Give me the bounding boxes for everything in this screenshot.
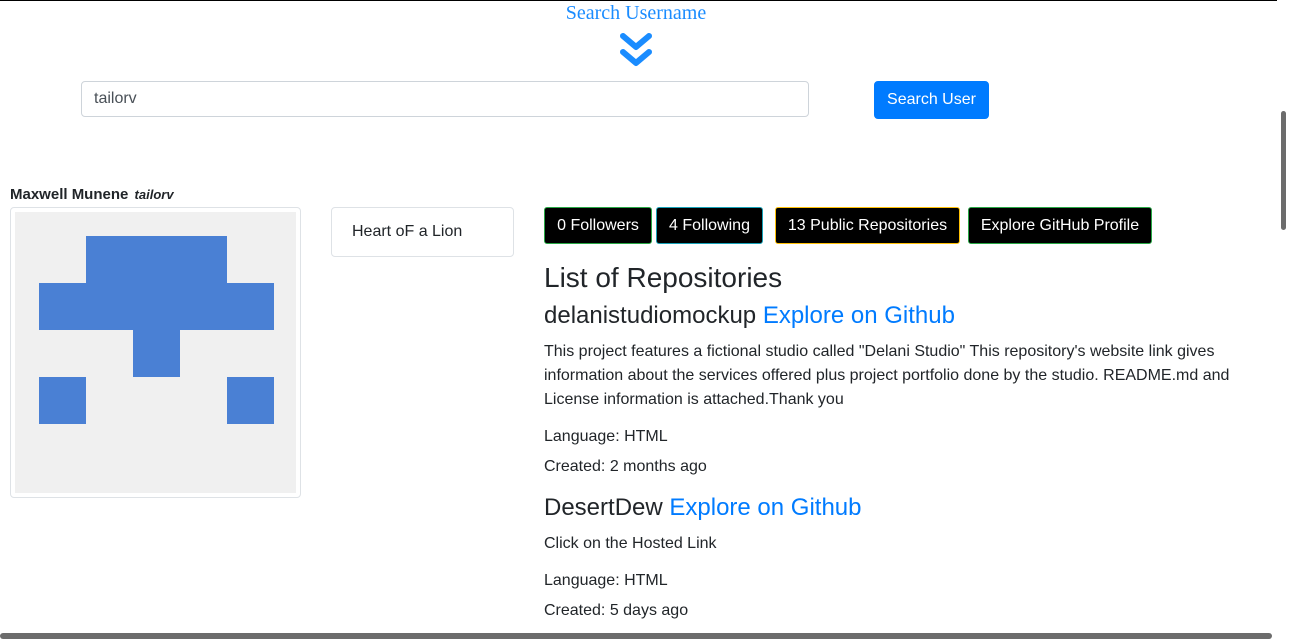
repositories-heading: List of Repositories — [544, 262, 783, 293]
profile-heading: Maxwell Munene tailorv — [10, 186, 174, 203]
top-divider — [0, 0, 1277, 1]
following-badge[interactable]: 4 Following — [656, 207, 763, 244]
explore-github-profile-button[interactable]: Explore GitHub Profile — [968, 207, 1152, 244]
public-repos-badge[interactable]: 13 Public Repositories — [775, 207, 960, 244]
bio-card: Heart oF a Lion — [331, 207, 514, 257]
profile-username: tailorv — [134, 187, 174, 202]
repo-title: delanistudiomockup Explore on Github — [544, 302, 955, 330]
search-title: Search Username — [565, 2, 707, 24]
repo-language: Language: HTML — [544, 428, 668, 445]
repo-language: Language: HTML — [544, 572, 668, 589]
repo-title: DesertDew Explore on Github — [544, 494, 862, 522]
repo-description: This project features a fictional studio… — [544, 343, 1230, 408]
search-user-button[interactable]: Search User — [874, 81, 989, 119]
repo-name: delanistudiomockup — [544, 302, 757, 329]
horizontal-scrollbar[interactable] — [0, 633, 1272, 639]
explore-on-github-link[interactable]: Explore on Github — [763, 302, 955, 329]
profile-full-name: Maxwell Munene — [10, 186, 129, 203]
vertical-scrollbar[interactable] — [1281, 111, 1286, 230]
repo-name: DesertDew — [544, 494, 663, 521]
repo-description: Click on the Hosted Link — [544, 535, 717, 552]
followers-badge[interactable]: 0 Followers — [544, 207, 652, 244]
bio-text: Heart oF a Lion — [352, 223, 463, 240]
explore-on-github-link[interactable]: Explore on Github — [669, 494, 861, 521]
double-chevron-down-icon — [620, 33, 652, 66]
avatar — [10, 207, 301, 498]
search-input[interactable] — [81, 81, 809, 117]
repo-created: Created: 5 days ago — [544, 602, 689, 619]
repo-created: Created: 2 months ago — [544, 458, 707, 475]
identicon-image — [15, 212, 296, 493]
